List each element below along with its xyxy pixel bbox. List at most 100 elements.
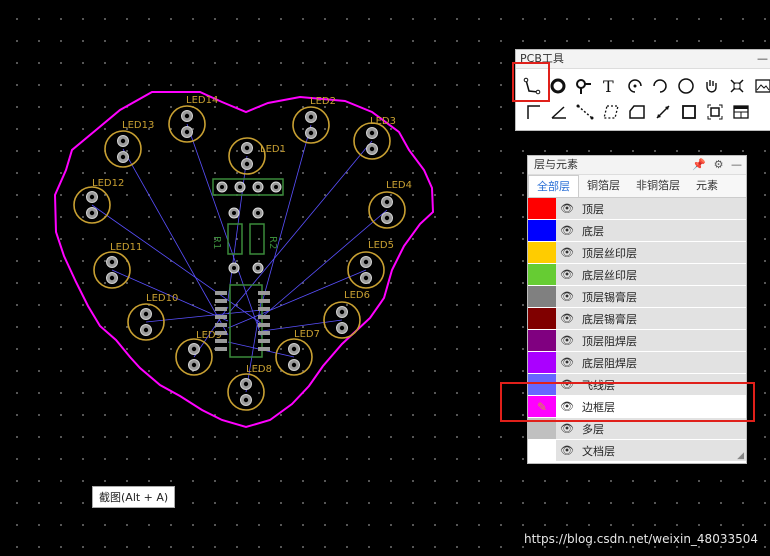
layer-color-swatch[interactable]	[528, 440, 556, 461]
layer-color-swatch[interactable]	[528, 352, 556, 373]
rect-region-icon[interactable]	[598, 100, 623, 124]
pad-hole	[256, 211, 260, 215]
ic-pad[interactable]	[215, 323, 227, 327]
text-icon[interactable]: T	[597, 74, 622, 98]
connect-icon[interactable]	[702, 100, 727, 124]
layer-row[interactable]: 👁 顶层	[528, 198, 746, 220]
corner-line-icon[interactable]	[520, 100, 545, 124]
pad-hole	[89, 210, 95, 216]
layer-name: 底层	[582, 224, 604, 238]
layers-minimize-button[interactable]: —	[731, 158, 742, 171]
layer-name: 底层阻焊层	[582, 356, 637, 370]
pad-hole	[244, 161, 250, 167]
ic-pad[interactable]	[215, 307, 227, 311]
layer-name: 底层锡膏层	[582, 312, 637, 326]
pad-hole	[143, 311, 149, 317]
ic-pad[interactable]	[258, 331, 270, 335]
layer-color-swatch[interactable]	[528, 264, 556, 285]
layer-row[interactable]: 👁 顶层丝印层	[528, 242, 746, 264]
dashed-line-icon[interactable]	[572, 100, 597, 124]
eye-icon[interactable]: 👁	[556, 268, 578, 281]
pcb-tools-minimize-button[interactable]: —	[757, 50, 768, 68]
eye-icon[interactable]: 👁	[556, 202, 578, 215]
eye-icon[interactable]: 👁	[556, 246, 578, 259]
arc-icon[interactable]	[622, 74, 647, 98]
layer-row[interactable]: 👁 底层丝印层	[528, 264, 746, 286]
gear-icon[interactable]: ⚙	[714, 158, 724, 171]
eye-icon[interactable]: 👁	[556, 356, 578, 369]
layer-row[interactable]: 👁 底层阻焊层	[528, 352, 746, 374]
ic-pad[interactable]	[215, 315, 227, 319]
pad-hole	[256, 185, 260, 189]
eye-icon[interactable]: 👁	[556, 422, 578, 435]
ic-pad[interactable]	[258, 291, 270, 295]
ic-pad[interactable]	[215, 299, 227, 303]
hand-icon[interactable]	[699, 74, 724, 98]
dimension-icon[interactable]	[650, 100, 675, 124]
angle-icon[interactable]	[546, 100, 571, 124]
layer-color-swatch[interactable]	[528, 198, 556, 219]
image-icon[interactable]	[750, 74, 770, 98]
pad-hole	[220, 185, 224, 189]
ic-pad[interactable]	[258, 307, 270, 311]
pad-hole	[363, 275, 369, 281]
pcb-tools-title-bar[interactable]: PCB工具 —	[516, 50, 770, 69]
arc2-icon[interactable]	[648, 74, 673, 98]
pin-icon[interactable]: 📌	[692, 158, 706, 171]
led-label: LED5	[368, 240, 394, 251]
pad-hole	[363, 259, 369, 265]
pad-hole	[184, 129, 190, 135]
canvas-origin-icon[interactable]	[725, 74, 750, 98]
layers-tab[interactable]: 元素	[688, 175, 726, 197]
layer-row[interactable]: 👁 顶层阻焊层	[528, 330, 746, 352]
capture-tooltip: 截图(Alt + A)	[92, 486, 176, 508]
via-icon[interactable]	[571, 74, 596, 98]
layer-row[interactable]: 👁 顶层锡膏层	[528, 286, 746, 308]
ic-pad[interactable]	[258, 347, 270, 351]
layer-color-swatch[interactable]	[528, 220, 556, 241]
layer-color-swatch[interactable]	[528, 242, 556, 263]
eye-icon[interactable]: 👁	[556, 444, 578, 457]
ic-pad[interactable]	[258, 299, 270, 303]
pad-hole	[120, 138, 126, 144]
layer-row[interactable]: 👁 底层	[528, 220, 746, 242]
r1-label: R1	[211, 236, 222, 249]
square-icon[interactable]	[676, 100, 701, 124]
ic-pad[interactable]	[258, 339, 270, 343]
pad-hole	[339, 309, 345, 315]
layers-title-bar[interactable]: 层与元素 📌 ⚙ —	[528, 156, 746, 175]
eye-icon[interactable]: 👁	[556, 290, 578, 303]
watermark: https://blog.csdn.net/weixin_48033504	[523, 532, 758, 546]
layer-name: 顶层	[582, 202, 604, 216]
pad-hole	[120, 154, 126, 160]
layer-name: 顶层锡膏层	[582, 290, 637, 304]
layer-row[interactable]: 👁 底层锡膏层	[528, 308, 746, 330]
layer-color-swatch[interactable]	[528, 330, 556, 351]
layer-color-swatch[interactable]	[528, 308, 556, 329]
ic-pad[interactable]	[215, 331, 227, 335]
solid-region-icon[interactable]	[624, 100, 649, 124]
ic-pad[interactable]	[215, 339, 227, 343]
ic-pad[interactable]	[215, 347, 227, 351]
eye-icon[interactable]: 👁	[556, 334, 578, 347]
eye-icon[interactable]: 👁	[556, 312, 578, 325]
pad-hole	[384, 215, 390, 221]
layers-tab[interactable]: 铜箔层	[579, 175, 628, 197]
layer-row[interactable]: 👁 文档层	[528, 440, 746, 462]
pad-hole	[109, 275, 115, 281]
pcb-tools-panel: PCB工具 — T	[515, 49, 770, 131]
ic-pad[interactable]	[258, 315, 270, 319]
circle-icon[interactable]	[674, 74, 699, 98]
wire-tool-highlight	[512, 62, 550, 102]
layers-tab[interactable]: 非铜箔层	[628, 175, 688, 197]
layer-color-swatch[interactable]	[528, 286, 556, 307]
ic-pad[interactable]	[258, 323, 270, 327]
eye-icon[interactable]: 👁	[556, 224, 578, 237]
ic-pad[interactable]	[215, 291, 227, 295]
pad-hole	[308, 130, 314, 136]
layers-tab[interactable]: 全部层	[528, 175, 579, 197]
pad-hole	[109, 259, 115, 265]
table-icon[interactable]	[728, 100, 753, 124]
resize-grip-icon[interactable]: ◢	[737, 451, 744, 461]
ratsnest-lines	[91, 123, 388, 393]
